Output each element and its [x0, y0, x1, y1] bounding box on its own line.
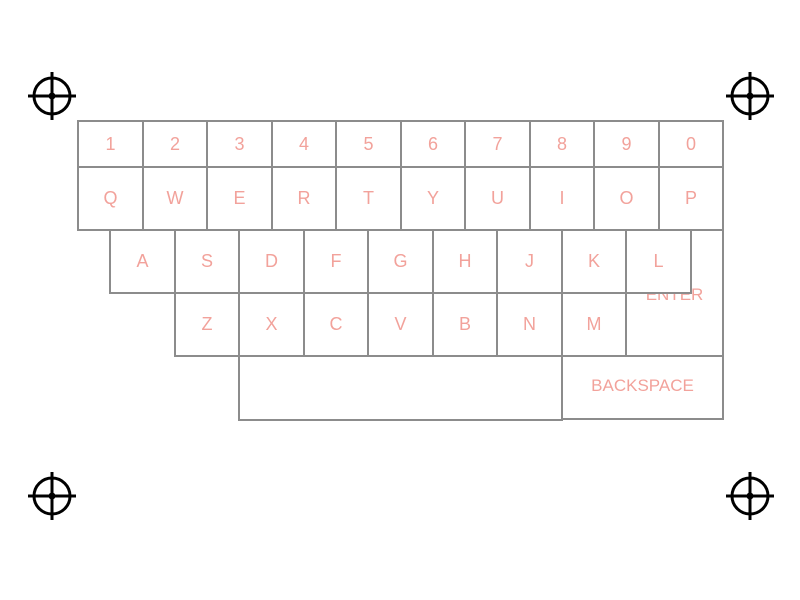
- key-m[interactable]: M: [561, 292, 627, 357]
- key-t[interactable]: T: [335, 166, 402, 231]
- key-a[interactable]: A: [109, 229, 176, 294]
- crosshair-icon-bottom-right: [726, 472, 774, 520]
- key-k[interactable]: K: [561, 229, 627, 294]
- key-q[interactable]: Q: [77, 166, 144, 231]
- key-l-overlay[interactable]: L: [625, 229, 692, 294]
- key-f[interactable]: F: [303, 229, 369, 294]
- key-y[interactable]: Y: [400, 166, 466, 231]
- keyboard-calibration-screen: 1 2 3 4 5 6 7 8 9 0 Q W E R T Y U I O P …: [0, 0, 800, 600]
- key-z[interactable]: Z: [174, 292, 240, 357]
- crosshair-icon-top-right: [726, 72, 774, 120]
- key-u[interactable]: U: [464, 166, 531, 231]
- key-8[interactable]: 8: [529, 120, 595, 168]
- key-g[interactable]: G: [367, 229, 434, 294]
- key-9[interactable]: 9: [593, 120, 660, 168]
- key-x[interactable]: X: [238, 292, 305, 357]
- key-b[interactable]: B: [432, 292, 498, 357]
- key-v[interactable]: V: [367, 292, 434, 357]
- key-c[interactable]: C: [303, 292, 369, 357]
- space-key[interactable]: [238, 355, 563, 421]
- key-4[interactable]: 4: [271, 120, 337, 168]
- crosshair-icon-top-left: [28, 72, 76, 120]
- key-o[interactable]: O: [593, 166, 660, 231]
- key-2[interactable]: 2: [142, 120, 208, 168]
- key-1[interactable]: 1: [77, 120, 144, 168]
- key-j[interactable]: J: [496, 229, 563, 294]
- crosshair-icon-bottom-left: [28, 472, 76, 520]
- key-0[interactable]: 0: [658, 120, 724, 168]
- key-w[interactable]: W: [142, 166, 208, 231]
- key-h[interactable]: H: [432, 229, 498, 294]
- key-i[interactable]: I: [529, 166, 595, 231]
- key-s[interactable]: S: [174, 229, 240, 294]
- key-5[interactable]: 5: [335, 120, 402, 168]
- backspace-key[interactable]: BACKSPACE: [561, 355, 724, 420]
- key-r[interactable]: R: [271, 166, 337, 231]
- key-3[interactable]: 3: [206, 120, 273, 168]
- key-d[interactable]: D: [238, 229, 305, 294]
- key-n[interactable]: N: [496, 292, 563, 357]
- key-7[interactable]: 7: [464, 120, 531, 168]
- key-e[interactable]: E: [206, 166, 273, 231]
- key-6[interactable]: 6: [400, 120, 466, 168]
- key-p[interactable]: P: [658, 166, 724, 231]
